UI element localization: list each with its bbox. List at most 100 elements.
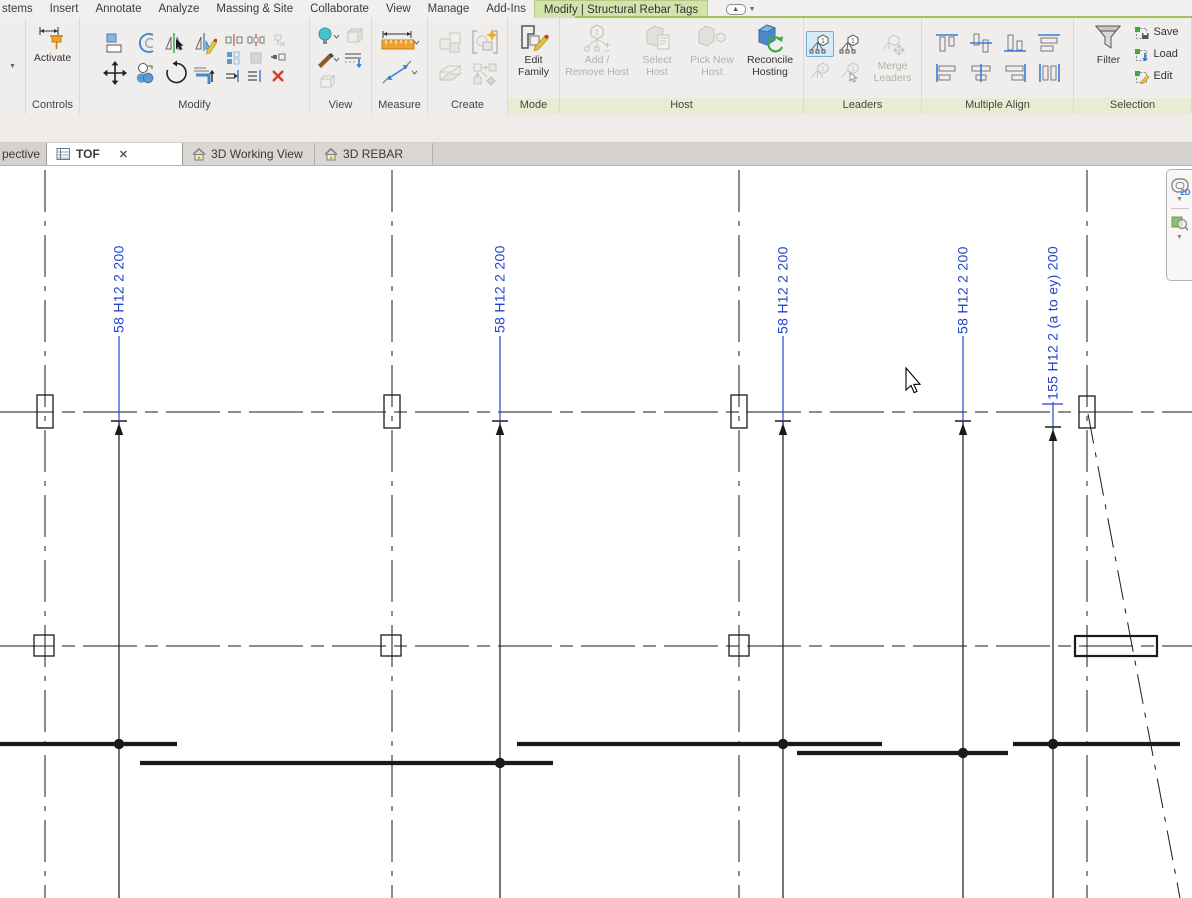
select-host-label: Select Host [631, 55, 683, 79]
rebar-plan-bars[interactable] [0, 744, 1180, 763]
rebar-tag-5[interactable]: 155 H12 2 (a to ey) 200 [1045, 246, 1061, 400]
panel-mode: Edit Family Mode [508, 18, 560, 114]
rebar-tag-1[interactable]: 58 H12 2 200 [111, 245, 127, 333]
activate-dimensions-button[interactable]: Activate [34, 20, 71, 96]
grid-lines[interactable] [0, 170, 1192, 898]
panel-multiple-align: Multiple Align [922, 18, 1074, 114]
tab-annotate[interactable]: Annotate [87, 0, 150, 18]
remove-leader-icon[interactable]: 1 [838, 33, 862, 55]
view-tab-tof[interactable]: TOF ✕ [47, 143, 183, 165]
view-cube-icon[interactable] [344, 26, 364, 46]
reconcile-hosting-button[interactable]: Reconcile Hosting [741, 20, 799, 96]
panel-label-create: Create [428, 98, 507, 114]
select-host-button: Select Host [631, 20, 683, 96]
view-tab-3d-rebar[interactable]: 3D REBAR [315, 143, 433, 165]
tab-analyze[interactable]: Analyze [150, 0, 208, 18]
ruler-icon[interactable] [380, 29, 420, 53]
wheel-2d-label: 2D [1180, 188, 1190, 197]
offset-icon[interactable] [133, 31, 157, 55]
unpin-icon[interactable] [270, 33, 286, 47]
align-right-icon[interactable] [1002, 62, 1028, 84]
distribute-icon[interactable] [1036, 62, 1062, 84]
align-bottom-icon[interactable] [1002, 32, 1028, 54]
edit-family-button[interactable]: Edit Family [511, 20, 556, 96]
rebar-tag-3[interactable]: 58 H12 2 200 [775, 246, 791, 334]
tab-collaborate[interactable]: Collaborate [302, 0, 378, 18]
rebar-tags[interactable]: 58 H12 2 200 58 H12 2 200 58 H12 2 200 5… [111, 245, 1061, 400]
rebar-span-lines[interactable] [111, 421, 1061, 898]
filter-icon [1092, 23, 1124, 53]
split-element-icon[interactable] [225, 33, 243, 47]
arrowhead-up-icon [496, 423, 504, 435]
trim-extend-corner-icon[interactable] [192, 60, 218, 86]
split-with-gap-icon[interactable] [247, 33, 265, 47]
rebar-tag-2[interactable]: 58 H12 2 200 [492, 245, 508, 333]
reconcile-hosting-icon [753, 23, 787, 53]
align-icon[interactable] [103, 31, 127, 55]
close-tab-icon[interactable]: ✕ [119, 148, 128, 161]
view-tab-3d-working-view[interactable]: 3D Working View [183, 143, 315, 165]
mirror-draw-axis-icon[interactable] [193, 31, 217, 55]
pin-icon[interactable] [270, 51, 286, 65]
delete-icon[interactable] [271, 69, 285, 83]
add-remove-host-button: 1 Add / Remove Host [564, 20, 630, 96]
zoom-tool-icon[interactable] [1171, 214, 1189, 232]
view-tools [315, 24, 367, 92]
view-tab-perspective-partial[interactable]: pective [0, 143, 47, 165]
trim-extend-single-icon[interactable] [225, 69, 243, 83]
steering-wheel-icon[interactable]: 2D [1171, 178, 1189, 194]
save-selection-button[interactable]: Save [1134, 22, 1178, 42]
align-stack-top-icon[interactable] [1036, 32, 1062, 54]
structural-plan-icon [56, 147, 71, 161]
left-stub-panel: ▼ [0, 18, 26, 114]
drawing-canvas-svg[interactable]: 58 H12 2 200 58 H12 2 200 58 H12 2 200 5… [0, 166, 1192, 898]
tab-add-ins[interactable]: Add-Ins [478, 0, 535, 18]
add-leader-icon-active[interactable]: 1 [806, 31, 834, 57]
linework-icon[interactable] [343, 51, 365, 69]
tab-insert[interactable]: Insert [41, 0, 87, 18]
save-selection-label: Save [1153, 26, 1178, 38]
override-graphics-brush-icon[interactable] [316, 51, 340, 69]
load-selection-button[interactable]: Load [1134, 44, 1178, 64]
hide-isolate-icon[interactable] [318, 74, 338, 90]
tab-systems[interactable]: stems [0, 0, 41, 18]
align-left-icon[interactable] [934, 62, 960, 84]
group-icon[interactable] [249, 51, 263, 65]
drawing-area[interactable]: 58 H12 2 200 58 H12 2 200 58 H12 2 200 5… [0, 166, 1192, 898]
navigation-bar[interactable]: 2D ▼ ▼ [1166, 169, 1192, 281]
create-parts-icon[interactable] [437, 29, 465, 55]
array-icon[interactable] [226, 51, 242, 65]
structural-columns[interactable] [34, 395, 1157, 656]
panel-controls: Activate Controls [26, 18, 80, 114]
panel-label-mode: Mode [508, 98, 559, 114]
align-middle-icon[interactable] [968, 32, 994, 54]
tab-manage[interactable]: Manage [419, 0, 478, 18]
create-assembly-icon[interactable] [470, 28, 500, 56]
view-tab-label: 3D Working View [211, 147, 303, 161]
minimize-ribbon-icon: ▲ [726, 4, 746, 15]
measure-between-refs-icon[interactable] [380, 59, 420, 87]
modify-small-tools [223, 31, 289, 85]
copy-icon[interactable] [133, 61, 157, 85]
rebar-tag-4[interactable]: 58 H12 2 200 [955, 246, 971, 334]
reveal-hidden-elements-icon[interactable] [316, 26, 340, 46]
tab-massing-site[interactable]: Massing & Site [208, 0, 302, 18]
align-top-icon[interactable] [934, 32, 960, 54]
chevron-down-icon[interactable]: ▼ [9, 63, 16, 70]
options-bar [0, 114, 1192, 143]
mirror-pick-axis-icon[interactable] [163, 31, 187, 55]
svg-text:1: 1 [595, 28, 600, 37]
move-icon[interactable] [102, 60, 128, 86]
create-similar-icon[interactable] [471, 61, 499, 87]
edit-selection-button[interactable]: Edit [1134, 66, 1178, 86]
chevron-down-icon[interactable]: ▼ [1176, 234, 1183, 241]
create-parts-stack-icon[interactable] [436, 62, 466, 86]
align-center-icon[interactable] [968, 62, 994, 84]
chevron-down-icon[interactable]: ▼ [1176, 196, 1183, 203]
trim-extend-multiple-icon[interactable] [247, 69, 265, 83]
svg-text:1: 1 [851, 38, 855, 45]
tab-view[interactable]: View [377, 0, 419, 18]
divider [1171, 208, 1189, 209]
rotate-icon[interactable] [162, 60, 188, 86]
filter-button[interactable]: Filter [1086, 20, 1130, 96]
